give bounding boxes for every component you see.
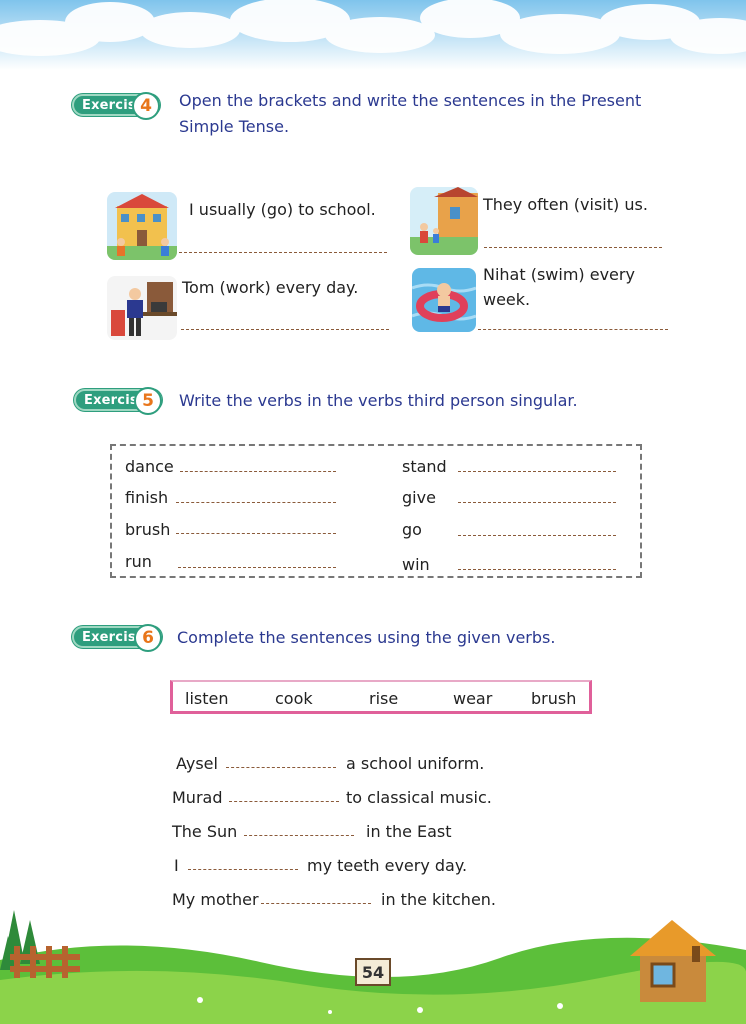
- ex6-answer-line-4[interactable]: [188, 869, 298, 870]
- ex4-answer-line-4[interactable]: [478, 329, 668, 330]
- exercise-number: 4: [132, 92, 160, 120]
- exercise-6-instruction: Complete the sentences using the given v…: [177, 628, 556, 647]
- verbs-box: [110, 444, 642, 578]
- verb-right-4: win: [402, 555, 430, 574]
- ex6-sentence-4-start: I: [174, 856, 179, 875]
- ex6-sentence-3-start: The Sun: [172, 822, 238, 841]
- verb-left-1: dance: [125, 457, 174, 476]
- verb-left-4: run: [125, 552, 152, 571]
- verb-answer-line[interactable]: [176, 533, 336, 534]
- ex4-answer-line-3[interactable]: [181, 329, 389, 330]
- ex6-sentence-4-end: my teeth every day.: [307, 856, 468, 875]
- verb-answer-line[interactable]: [458, 471, 616, 472]
- office-worker-picture-icon: [107, 276, 177, 340]
- word-box-item: rise: [369, 689, 399, 708]
- school-picture-icon: [107, 192, 177, 260]
- word-box: listen cook rise wear brush: [170, 680, 592, 714]
- exercise-4-badge: Exercise 4: [72, 92, 160, 120]
- verb-answer-line[interactable]: [458, 569, 616, 570]
- word-box-item: listen: [185, 689, 229, 708]
- exercise-number: 5: [134, 387, 162, 415]
- family-visit-picture-icon: [410, 187, 478, 255]
- word-box-item: brush: [531, 689, 577, 708]
- ex4-answer-line-1[interactable]: [179, 252, 387, 253]
- verb-right-1: stand: [402, 457, 447, 476]
- word-box-item: wear: [453, 689, 493, 708]
- ex6-sentence-1-start: Aysel: [176, 754, 218, 773]
- ex4-sentence-3: Tom (work) every day.: [182, 278, 359, 297]
- verb-right-2: give: [402, 488, 436, 507]
- ex4-sentence-4: Nihat (swim) every week.: [483, 265, 635, 309]
- exercise-number: 6: [134, 624, 162, 652]
- exercise-4-instruction: Open the brackets and write the sentence…: [179, 91, 642, 136]
- ex6-answer-line-2[interactable]: [229, 801, 339, 802]
- exercise-6-badge: Exercise 6: [72, 624, 162, 652]
- verb-answer-line[interactable]: [178, 567, 336, 568]
- verb-right-3: go: [402, 520, 422, 539]
- hut-right: [630, 920, 716, 1002]
- verb-answer-line[interactable]: [458, 535, 616, 536]
- verb-left-2: finish: [125, 488, 169, 507]
- ex6-sentence-2-start: Murad: [172, 788, 223, 807]
- ex6-sentence-1-end: a school uniform.: [346, 754, 485, 773]
- word-box-item: cook: [275, 689, 313, 708]
- swimming-boy-picture-icon: [412, 268, 476, 332]
- exercise-5-badge: Exercise 5: [74, 387, 162, 415]
- page-number: 54: [355, 958, 391, 986]
- verb-answer-line[interactable]: [180, 471, 336, 472]
- verb-answer-line[interactable]: [176, 502, 336, 503]
- sky-clouds-header: [0, 0, 746, 70]
- exercise-5-instruction: Write the verbs in the verbs third perso…: [179, 391, 578, 410]
- ex4-sentence-2: They often (visit) us.: [483, 195, 648, 214]
- ex6-sentence-2-end: to classical music.: [346, 788, 492, 807]
- verb-left-3: brush: [125, 520, 171, 539]
- ex6-answer-line-3[interactable]: [244, 835, 354, 836]
- ex6-sentence-3-end: in the East: [366, 822, 452, 841]
- ex4-sentence-1: I usually (go) to school.: [189, 200, 376, 219]
- ex6-answer-line-1[interactable]: [226, 767, 336, 768]
- verb-answer-line[interactable]: [458, 502, 616, 503]
- ex4-answer-line-2[interactable]: [484, 247, 662, 248]
